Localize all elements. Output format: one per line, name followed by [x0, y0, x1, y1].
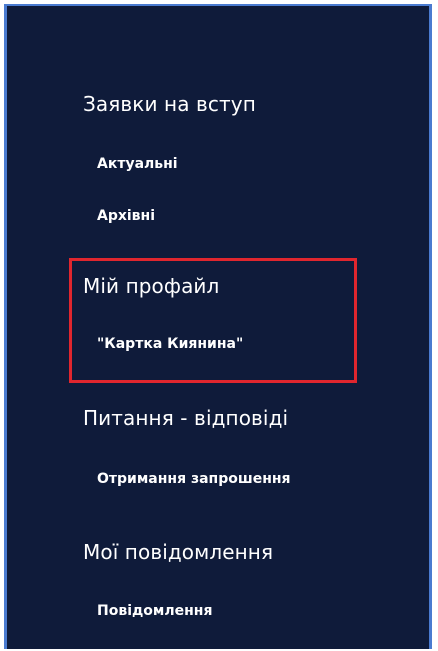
- menu-item-archived[interactable]: Архівні: [97, 208, 155, 224]
- highlight-frame: [69, 258, 357, 383]
- sidebar-menu: Заявки на вступ Актуальні Архівні Мій пр…: [4, 4, 432, 649]
- menu-item-current[interactable]: Актуальні: [97, 156, 178, 172]
- section-title-applications: Заявки на вступ: [83, 92, 256, 116]
- section-title-my-messages: Мої повідомлення: [83, 540, 274, 564]
- menu-item-messages[interactable]: Повідомлення: [97, 603, 212, 619]
- page: Заявки на вступ Актуальні Архівні Мій пр…: [0, 0, 438, 651]
- section-title-faq: Питання - відповіді: [83, 406, 289, 430]
- menu-item-receive-invitation[interactable]: Отримання запрошення: [97, 471, 291, 487]
